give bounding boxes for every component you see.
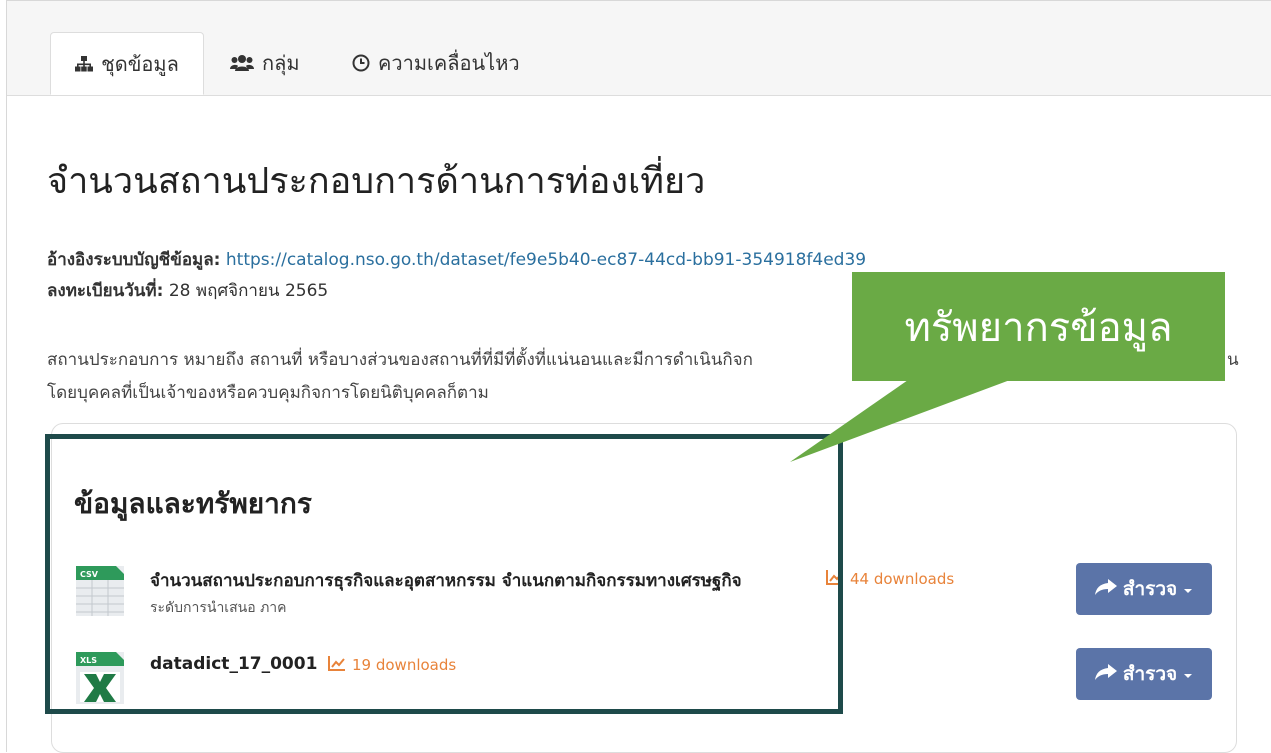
description-overflow-text: น xyxy=(1227,350,1239,370)
tab-datasets-label: ชุดข้อมูล xyxy=(101,51,179,76)
callout-label: ทรัพยากรข้อมูล xyxy=(852,272,1225,381)
resource-downloads-2: 19 downloads xyxy=(328,655,456,675)
catalog-reference: อ้างอิงระบบบัญชีข้อมูล: https://catalog.… xyxy=(47,246,866,273)
svg-text:CSV: CSV xyxy=(80,570,99,579)
sitemap-icon xyxy=(75,55,94,72)
chart-line-icon xyxy=(826,569,844,589)
catalog-label: อ้างอิงระบบบัญชีข้อมูล: xyxy=(47,250,221,270)
description-line-2: โดยบุคคลที่เป็นเจ้าของหรือควบคุมกิจการโด… xyxy=(47,383,489,403)
tab-activity[interactable]: ความเคลื่อนไหว xyxy=(352,32,520,94)
downloads-count: 19 downloads xyxy=(352,656,457,674)
explore-button-label: สำรวจ xyxy=(1122,578,1178,600)
catalog-link[interactable]: https://catalog.nso.go.th/dataset/fe9e5b… xyxy=(226,250,866,270)
share-arrow-icon xyxy=(1094,663,1117,685)
registered-value: 28 พฤศจิกายน 2565 xyxy=(168,281,329,301)
svg-text:XLS: XLS xyxy=(80,656,97,665)
tab-groups-label: กลุ่ม xyxy=(262,51,300,75)
resource-downloads-1: 44 downloads xyxy=(826,569,954,589)
chart-line-icon xyxy=(328,655,346,675)
resources-heading: ข้อมูลและทรัพยากร xyxy=(74,487,312,520)
tab-activity-label: ความเคลื่อนไหว xyxy=(378,51,520,75)
users-icon xyxy=(230,54,254,72)
registered-label: ลงทะเบียนวันที่: xyxy=(47,281,164,301)
page-title: จำนวนสถานประกอบการด้านการท่องเที่ยว xyxy=(47,161,706,202)
xls-file-icon: XLS xyxy=(76,652,124,708)
registration-date: ลงทะเบียนวันที่: 28 พฤศจิกายน 2565 xyxy=(47,277,328,304)
clock-icon xyxy=(352,54,370,72)
csv-file-icon: CSV xyxy=(76,566,124,620)
downloads-count: 44 downloads xyxy=(850,570,955,588)
explore-button-1[interactable]: สำรวจ xyxy=(1076,563,1212,615)
explore-button-2[interactable]: สำรวจ xyxy=(1076,648,1212,700)
resource-link-2[interactable]: datadict_17_0001 xyxy=(150,654,317,674)
explore-button-label: สำรวจ xyxy=(1122,663,1178,685)
resource-subtitle-1: ระดับการนำเสนอ ภาค xyxy=(150,600,287,616)
tab-groups[interactable]: กลุ่ม xyxy=(230,32,300,94)
caret-down-icon xyxy=(1183,663,1193,685)
resource-link-1[interactable]: จำนวนสถานประกอบการธุรกิจและอุตสาหกรรม จำ… xyxy=(150,567,742,594)
share-arrow-icon xyxy=(1094,578,1117,600)
caret-down-icon xyxy=(1183,578,1193,600)
tab-datasets[interactable]: ชุดข้อมูล xyxy=(50,32,204,95)
description-line-1: สถานประกอบการ หมายถึง สถานที่ หรือบางส่ว… xyxy=(47,350,753,370)
